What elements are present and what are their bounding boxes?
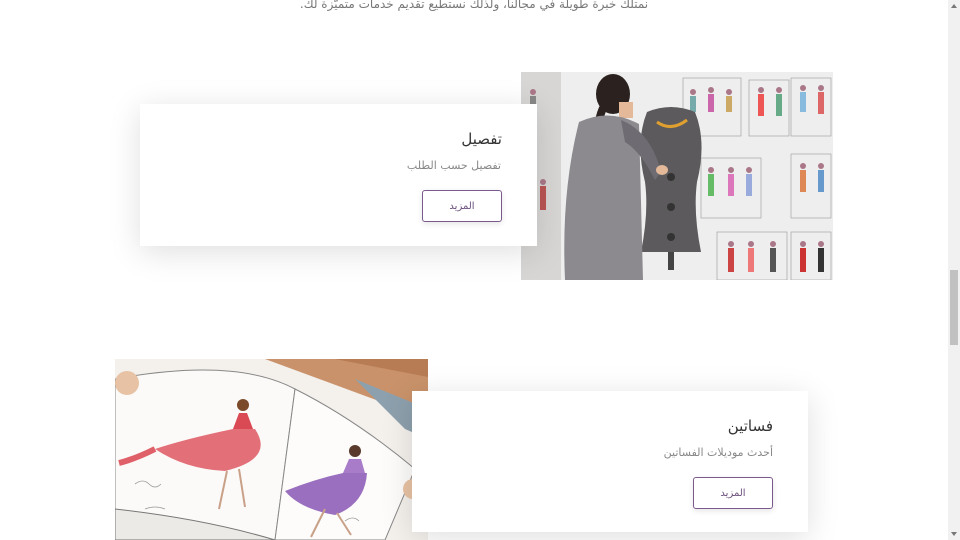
intro-text: نمتلك خبرة طويلة في مجالنا، ولذلك نستطيع… (299, 0, 649, 11)
scrollbar-thumb[interactable] (950, 270, 958, 345)
service-card-tailoring: تفصيل تفصيل حسب الطلب المزيد (140, 104, 537, 246)
vertical-scrollbar[interactable] (948, 0, 960, 540)
more-button[interactable]: المزيد (422, 190, 502, 222)
page: نمتلك خبرة طويلة في مجالنا، ولذلك نستطيع… (0, 0, 948, 540)
tailoring-photo (521, 72, 833, 280)
card-title: فساتين (727, 417, 773, 435)
service-card-dresses: فساتين أحدث موديلات الفساتين المزيد (412, 391, 808, 532)
scroll-up-arrow-icon[interactable] (948, 0, 960, 12)
dress-sketchbook-illustration (115, 359, 428, 540)
more-button[interactable]: المزيد (693, 477, 773, 509)
card-subtitle: أحدث موديلات الفساتين (663, 446, 773, 459)
card-title: تفصيل (461, 130, 502, 148)
card-subtitle: تفصيل حسب الطلب (406, 159, 501, 172)
scroll-down-arrow-icon[interactable] (948, 528, 960, 540)
